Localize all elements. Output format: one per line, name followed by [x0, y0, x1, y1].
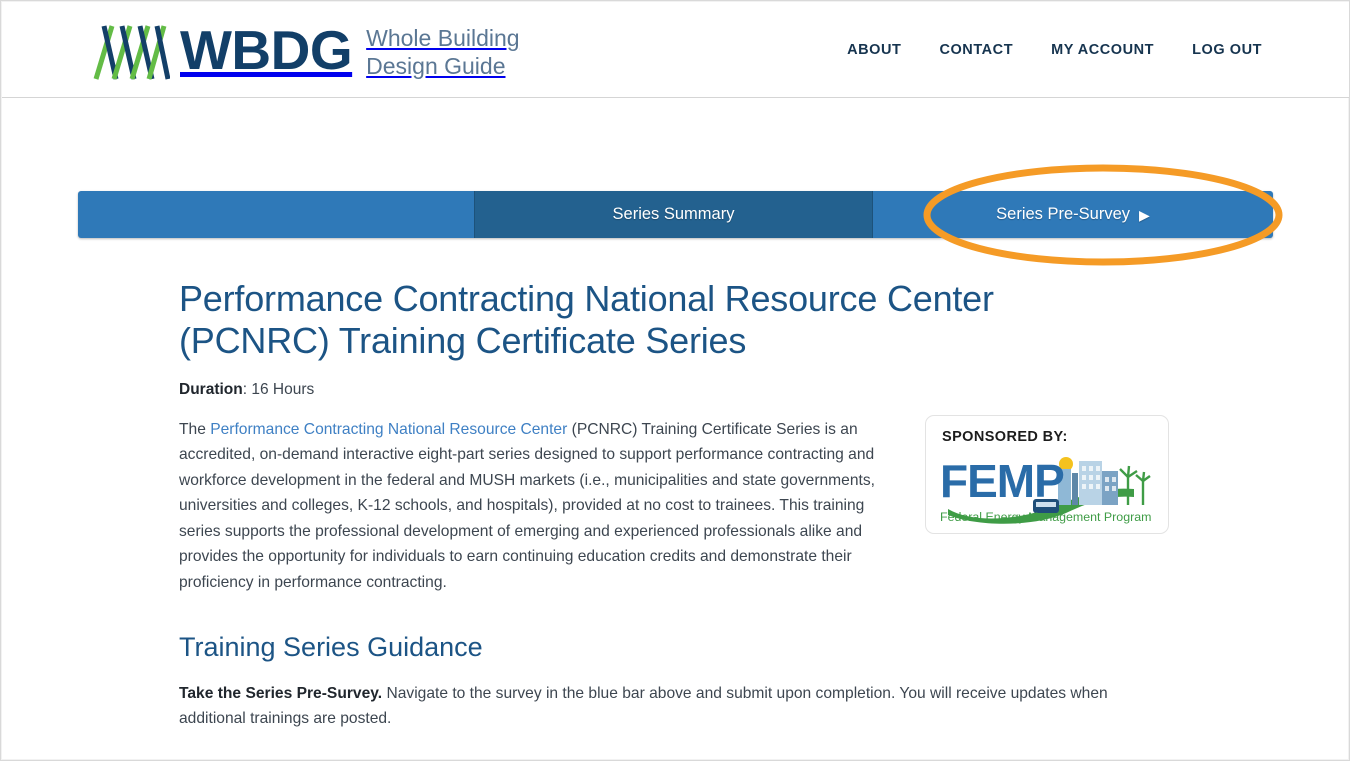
site-header: WBDG Whole Building Design Guide ABOUT CO… [2, 2, 1349, 98]
wbdg-tagline-line1: Whole Building [366, 25, 520, 52]
wbdg-logo-mark-icon [93, 25, 170, 80]
wbdg-logo-link[interactable]: WBDG Whole Building Design Guide [92, 22, 520, 82]
nav-link-log-out[interactable]: LOG OUT [1192, 42, 1262, 58]
main-nav: ABOUT CONTACT MY ACCOUNT LOG OUT [847, 42, 1262, 58]
duration-label: Duration [179, 381, 243, 399]
intro-paragraph: The Performance Contracting National Res… [179, 417, 897, 596]
tab-series-pre-survey[interactable]: Series Pre-Survey ▶ [873, 191, 1273, 238]
guidance-bold-lead: Take the Series Pre-Survey. [179, 684, 383, 702]
tab-series-summary-label: Series Summary [612, 205, 735, 224]
intro-lead: The [179, 420, 211, 438]
femp-subtext: Federal Energy Management Program [940, 510, 1151, 524]
svg-text:FEMP: FEMP [940, 455, 1064, 507]
duration-value: : 16 Hours [242, 381, 315, 399]
wbdg-wordmark: WBDG [180, 18, 353, 81]
sponsored-by-label: SPONSORED BY: [942, 428, 1068, 445]
intro-rest: (PCNRC) Training Certificate Series is a… [179, 420, 875, 591]
pcnrc-link[interactable]: Performance Contracting National Resourc… [210, 421, 567, 438]
intro-row: The Performance Contracting National Res… [179, 414, 1179, 596]
sponsor-card: SPONSORED BY: FEMP Federal Energy Manage… [925, 414, 1169, 534]
guidance-paragraph: Take the Series Pre-Survey. Navigate to … [179, 681, 1134, 732]
section-title-training-series-guidance: Training Series Guidance [179, 632, 483, 663]
tab-series-summary[interactable]: Series Summary [474, 191, 873, 238]
wbdg-tagline-line2: Design Guide [366, 52, 506, 79]
main-content: Performance Contracting National Resourc… [179, 278, 1179, 732]
wbdg-tagline: Whole Building Design Guide [366, 25, 519, 79]
femp-logo-icon: FEMP Federal Energy Management Program [940, 455, 1151, 524]
tabbar-spacer [78, 191, 474, 238]
tab-series-pre-survey-label: Series Pre-Survey [996, 205, 1131, 224]
series-tabbar: Series Summary Series Pre-Survey ▶ [78, 191, 1273, 238]
duration-line: Duration: 16 Hours [179, 379, 1179, 401]
browser-page: WBDG Whole Building Design Guide ABOUT CO… [0, 0, 1350, 761]
play-arrow-icon: ▶ [1139, 206, 1150, 223]
nav-link-contact[interactable]: CONTACT [939, 42, 1013, 58]
nav-link-about[interactable]: ABOUT [847, 42, 901, 58]
nav-link-my-account[interactable]: MY ACCOUNT [1051, 42, 1154, 58]
series-tabbar-wrapper: Series Summary Series Pre-Survey ▶ [78, 164, 1283, 266]
page-title: Performance Contracting National Resourc… [179, 278, 994, 362]
